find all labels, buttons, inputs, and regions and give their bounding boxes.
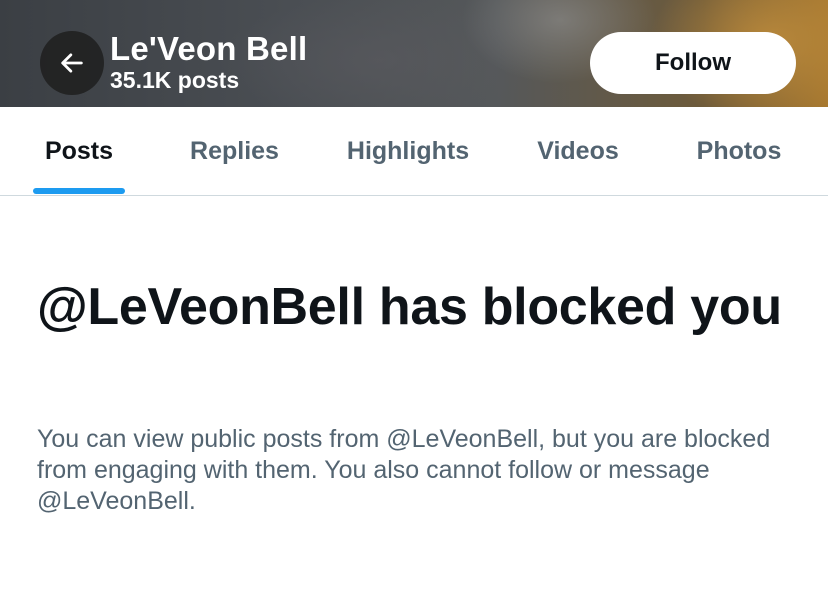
tab-posts[interactable]: Posts [33, 107, 125, 195]
blocked-description: You can view public posts from @LeVeonBe… [37, 425, 771, 515]
profile-header-banner: Le'Veon Bell 35.1K posts Follow [0, 0, 828, 107]
profile-name: Le'Veon Bell [110, 30, 308, 67]
post-count: 35.1K posts [110, 67, 240, 93]
blocked-title: @LeVeonBell has blocked you [37, 278, 782, 336]
tab-replies[interactable]: Replies [172, 107, 297, 195]
profile-page: Le'Veon Bell 35.1K posts Follow Posts Re… [0, 0, 828, 593]
active-tab-indicator [33, 188, 125, 194]
arrow-left-icon [61, 53, 83, 73]
back-button[interactable] [40, 31, 104, 95]
tab-highlights[interactable]: Highlights [330, 107, 486, 195]
tab-videos[interactable]: Videos [520, 107, 636, 195]
tab-photos[interactable]: Photos [680, 107, 798, 195]
follow-button[interactable]: Follow [590, 32, 796, 94]
profile-tabs: Posts Replies Highlights Videos Photos [0, 107, 828, 196]
